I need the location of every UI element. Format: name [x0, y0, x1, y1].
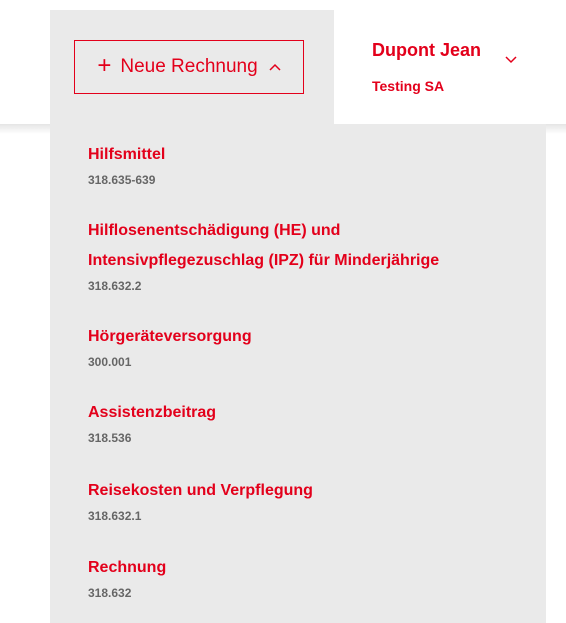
menu-item-code: 300.001	[88, 355, 132, 369]
chevron-down-icon	[505, 52, 517, 64]
menu-item-code: 318.632.2	[88, 279, 142, 293]
menu-item-title: Reisekosten und Verpflegung	[88, 482, 313, 499]
menu-item-hoergeraeteversorgung[interactable]: Hörgeräteversorgung 300.001	[88, 322, 252, 370]
chevron-up-icon	[269, 58, 281, 74]
new-invoice-button[interactable]: + Neue Rechnung	[74, 40, 304, 94]
page: + Neue Rechnung Dupont Jean Testing SA H…	[0, 0, 566, 623]
user-company: Testing SA	[372, 78, 445, 94]
menu-item-title-line1: Hilflosenentschädigung (HE) und	[88, 222, 341, 239]
menu-item-code: 318.536	[88, 431, 132, 445]
new-invoice-dropdown-menu: Hilfsmittel 318.635-639 Hilflosenentschä…	[50, 124, 546, 623]
menu-item-hilfsmittel[interactable]: Hilfsmittel 318.635-639	[88, 140, 165, 188]
menu-item-title-line2: Intensivpflegezuschlag (IPZ) für Minderj…	[88, 252, 440, 269]
menu-item-title: Assistenzbeitrag	[88, 404, 217, 421]
menu-item-hilflosenentschaedigung[interactable]: Hilflosenentschädigung (HE) und Intensiv…	[88, 216, 439, 294]
plus-icon: +	[97, 52, 112, 79]
user-name: Dupont Jean	[372, 40, 482, 60]
menu-item-reisekosten[interactable]: Reisekosten und Verpflegung 318.632.1	[88, 476, 313, 524]
menu-item-code: 318.632.1	[88, 509, 142, 523]
menu-item-assistenzbeitrag[interactable]: Assistenzbeitrag 318.536	[88, 398, 216, 446]
user-menu[interactable]: Dupont Jean Testing SA	[372, 40, 532, 100]
new-invoice-label: Neue Rechnung	[120, 56, 258, 77]
menu-item-title: Hilfsmittel	[88, 146, 166, 163]
menu-item-title: Rechnung	[88, 559, 167, 576]
menu-item-code: 318.635-639	[88, 173, 156, 187]
menu-item-title: Hörgeräteversorgung	[88, 328, 252, 345]
menu-item-rechnung[interactable]: Rechnung 318.632	[88, 553, 166, 601]
menu-item-code: 318.632	[88, 586, 132, 600]
